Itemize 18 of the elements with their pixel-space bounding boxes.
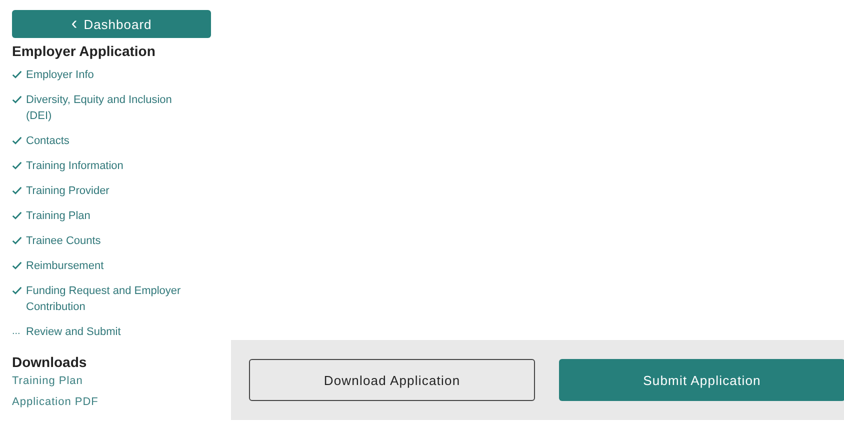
step-link[interactable]: Diversity, Equity and Inclusion (DEI) xyxy=(26,92,186,124)
download-link[interactable]: Application PDF xyxy=(12,395,98,410)
step-link[interactable]: Trainee Counts xyxy=(26,233,186,249)
step-link[interactable]: Employer Info xyxy=(26,67,186,83)
section-heading: Downloads xyxy=(12,354,87,370)
submit-button[interactable]: Submit Application xyxy=(559,359,844,401)
step-link[interactable]: Reimbursement xyxy=(26,258,186,274)
pending-marker: ... xyxy=(12,325,22,339)
download-link[interactable]: Training Plan xyxy=(12,374,83,389)
step-link[interactable]: Training Provider xyxy=(26,183,186,199)
section-heading: Employer Application xyxy=(12,43,156,59)
dashboard-button[interactable]: ‹ Dashboard xyxy=(12,10,211,38)
step-link[interactable]: Review and Submit xyxy=(26,324,186,340)
step-link[interactable]: Training Plan xyxy=(26,208,186,224)
step-link[interactable]: Contacts xyxy=(26,133,186,149)
download-button[interactable]: Download Application xyxy=(249,359,535,401)
step-link[interactable]: Training Information xyxy=(26,158,186,174)
step-link[interactable]: Funding Request and Employer Contribution xyxy=(26,283,186,315)
